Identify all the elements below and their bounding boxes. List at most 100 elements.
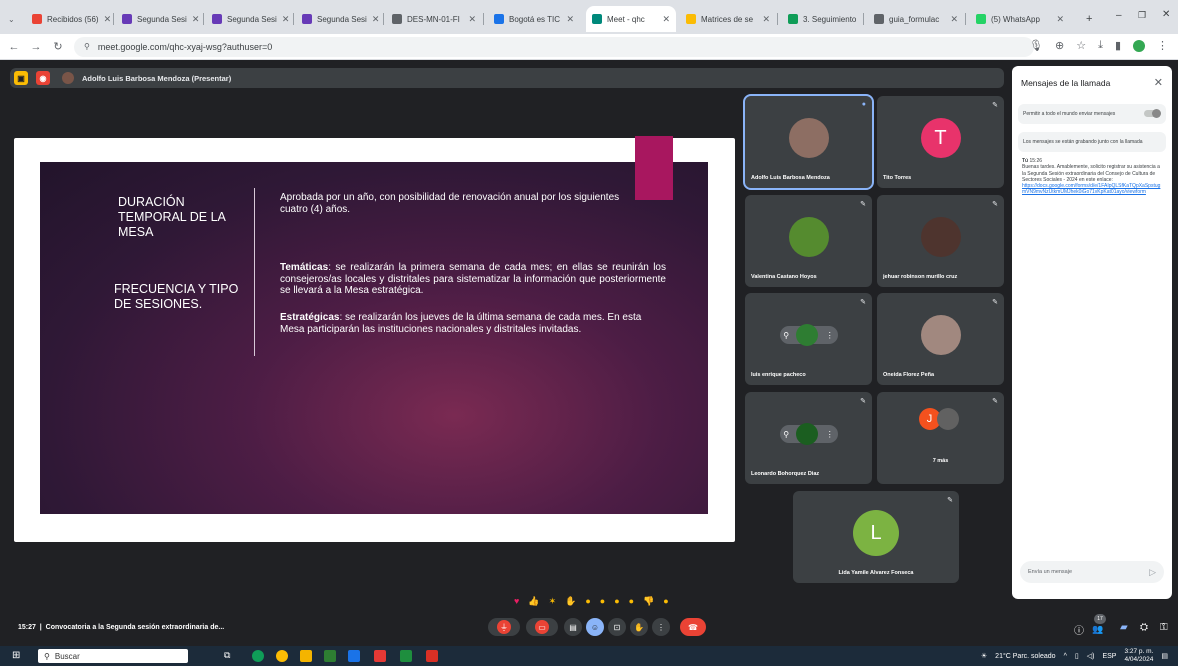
people-button[interactable]: 17 👥 — [1092, 614, 1106, 635]
tile-controls[interactable]: ⚲ ⋮ — [779, 423, 838, 446]
chat-button-icon[interactable]: ▰ — [1120, 622, 1128, 633]
profile-avatar[interactable] — [1133, 39, 1145, 52]
mic-icon[interactable]: 🎙 — [1029, 39, 1043, 52]
windows-start-icon[interactable]: ⊞ — [12, 650, 20, 661]
forward-icon[interactable]: → — [28, 41, 44, 53]
send-icon[interactable]: ▷ — [1149, 567, 1156, 578]
more-vert-icon[interactable]: ⋮ — [826, 430, 834, 439]
mic-toggle-button[interactable]: ⏚ — [488, 618, 520, 636]
tile-controls[interactable]: ⚲ ⋮ — [779, 324, 838, 347]
participant-tile[interactable]: ✎ ⚲ ⋮ Leonardo Bohorquez Diaz — [745, 392, 872, 484]
volume-icon[interactable]: ◁) — [1087, 652, 1095, 660]
activities-icon[interactable]: ⛭ — [1140, 622, 1148, 633]
participant-tile[interactable]: ✎ Oneida Florez Peña — [877, 293, 1004, 385]
tab-close-icon[interactable]: ✕ — [468, 14, 476, 25]
captions-button[interactable]: ▤ — [564, 618, 582, 636]
edge-icon[interactable] — [252, 650, 264, 662]
pin-icon[interactable]: ⚲ — [783, 430, 789, 439]
tab-7[interactable]: Matrices de se ✕ — [680, 6, 776, 32]
site-info-icon[interactable]: ⚲ — [84, 42, 90, 51]
browser-menu-icon[interactable]: ⋮ — [1157, 39, 1168, 52]
app-icon-7[interactable] — [374, 650, 386, 662]
surprised-reaction-icon[interactable]: ● — [600, 596, 605, 607]
word-icon[interactable] — [348, 650, 360, 662]
excel-icon[interactable] — [400, 650, 412, 662]
chrome-icon[interactable] — [276, 650, 288, 662]
reload-icon[interactable]: ↻ — [50, 40, 66, 53]
tab-list-icon[interactable]: ⌄ — [4, 6, 22, 32]
taskbar-search[interactable]: ⚲ Buscar — [38, 649, 188, 663]
app-icon-5[interactable] — [324, 650, 336, 662]
tab-close-icon[interactable]: ✕ — [282, 14, 290, 25]
taskbar-clock[interactable]: 3:27 p. m. 4/04/2024 — [1124, 648, 1153, 664]
participant-tile[interactable]: ✎ T Tito Torres — [877, 96, 1004, 188]
tab-close-icon[interactable]: ✕ — [104, 14, 112, 25]
pin-icon[interactable]: ⚲ — [783, 331, 789, 340]
tab-close-icon[interactable]: ✕ — [861, 14, 862, 25]
tab-close-icon[interactable]: ✕ — [662, 14, 670, 25]
chat-message-link[interactable]: https://docs.google.com/forms/d/e/1FAIpQ… — [1022, 183, 1160, 195]
tab-close-icon[interactable]: ✕ — [566, 14, 574, 25]
tab-2[interactable]: Segunda Sesi ✕ — [206, 6, 292, 32]
tab-10[interactable]: (5) WhatsApp ✕ — [970, 6, 1070, 32]
participant-tile[interactable]: ● Adolfo Luis Barbosa Mendoza — [743, 94, 874, 190]
tab-close-icon[interactable]: ✕ — [192, 14, 200, 25]
heart-reaction-icon[interactable]: ♥ — [514, 596, 519, 607]
thinking-reaction-icon[interactable]: ● — [629, 596, 634, 607]
tab-6[interactable]: Meet - qhc ✕ — [586, 6, 676, 32]
record-icon[interactable]: ◉ — [36, 71, 50, 85]
weather-icon[interactable]: ☀ — [981, 652, 987, 660]
acrobat-icon[interactable] — [426, 650, 438, 662]
url-input[interactable]: ⚲ meet.google.com/qhc-xyaj-wsg?authuser=… — [74, 36, 1034, 57]
present-button[interactable]: ⊡ — [608, 618, 626, 636]
participant-tile[interactable]: ✎ L Lida Yamile Alvarez Fonseca — [793, 491, 959, 583]
minimize-icon[interactable]: – — [1116, 10, 1122, 21]
participant-tile[interactable]: ✎ jehuar robinson murillo cruz — [877, 195, 1004, 287]
tab-close-icon[interactable]: ✕ — [372, 14, 380, 25]
tray-arrow-icon[interactable]: ^ — [1064, 653, 1067, 660]
maximize-icon[interactable]: ❐ — [1138, 10, 1146, 21]
notifications-icon[interactable]: ▤ — [1161, 652, 1168, 660]
camera-toggle-button[interactable]: ▭ — [526, 618, 558, 636]
tab-9[interactable]: guia_formulac ✕ — [868, 6, 964, 32]
reactions-button[interactable]: ☺ — [586, 618, 604, 636]
back-icon[interactable]: ← — [6, 41, 22, 53]
tab-1[interactable]: Segunda Sesi ✕ — [116, 6, 202, 32]
weather-text[interactable]: 21°C Parc. soleado — [995, 653, 1055, 660]
tab-4[interactable]: DES-MN-01-FI ✕ — [386, 6, 482, 32]
tab-close-icon[interactable]: ✕ — [950, 14, 958, 25]
sad-reaction-icon[interactable]: ● — [614, 596, 619, 607]
thumbs-up-reaction-icon[interactable]: 👍 — [528, 596, 539, 607]
language-indicator[interactable]: ESP — [1102, 653, 1116, 660]
raise-hand-button[interactable]: ✋ — [630, 618, 648, 636]
leave-call-button[interactable]: ☎ — [680, 618, 706, 636]
tab-3[interactable]: Segunda Sesi ✕ — [296, 6, 382, 32]
tab-8[interactable]: 3. Seguimiento ✕ — [782, 6, 862, 32]
close-window-icon[interactable]: ✕ — [1162, 9, 1170, 20]
chat-message-input[interactable]: Envía un mensaje ▷ — [1020, 561, 1164, 583]
side-panel-icon[interactable]: ▮ — [1115, 39, 1121, 52]
new-tab-button[interactable]: + — [1080, 6, 1098, 32]
more-reactions-icon[interactable]: ● — [663, 596, 668, 607]
thumbs-down-reaction-icon[interactable]: 👎 — [643, 596, 654, 607]
tab-close-icon[interactable]: ✕ — [762, 14, 770, 25]
clap-reaction-icon[interactable]: ✋ — [565, 596, 576, 607]
more-vert-icon[interactable]: ⋮ — [826, 331, 834, 340]
download-icon[interactable]: ⤓ — [1098, 39, 1103, 52]
close-chat-icon[interactable]: ✕ — [1154, 76, 1163, 89]
tab-0[interactable]: Recibidos (56) ✕ — [26, 6, 112, 32]
tab-close-icon[interactable]: ✕ — [1056, 14, 1064, 25]
bookmark-star-icon[interactable]: ☆ — [1076, 39, 1086, 52]
host-controls-icon[interactable]: ⚿ — [1160, 622, 1168, 633]
laugh-reaction-icon[interactable]: ● — [585, 596, 590, 607]
network-icon[interactable]: ▯ — [1075, 652, 1079, 660]
tab-5[interactable]: Bogotá es TIC ✕ — [488, 6, 580, 32]
allow-messages-toggle[interactable] — [1144, 109, 1161, 118]
zoom-icon[interactable]: ⊕ — [1055, 39, 1064, 52]
participant-tile[interactable]: ✎ J 7 más — [877, 392, 1004, 484]
more-options-button[interactable]: ⋮ — [652, 618, 670, 636]
info-icon[interactable]: ⓘ — [1074, 622, 1084, 637]
party-reaction-icon[interactable]: ✶ — [549, 596, 557, 607]
participant-tile[interactable]: ✎ Valentina Castano Hoyos — [745, 195, 872, 287]
file-explorer-icon[interactable] — [300, 650, 312, 662]
